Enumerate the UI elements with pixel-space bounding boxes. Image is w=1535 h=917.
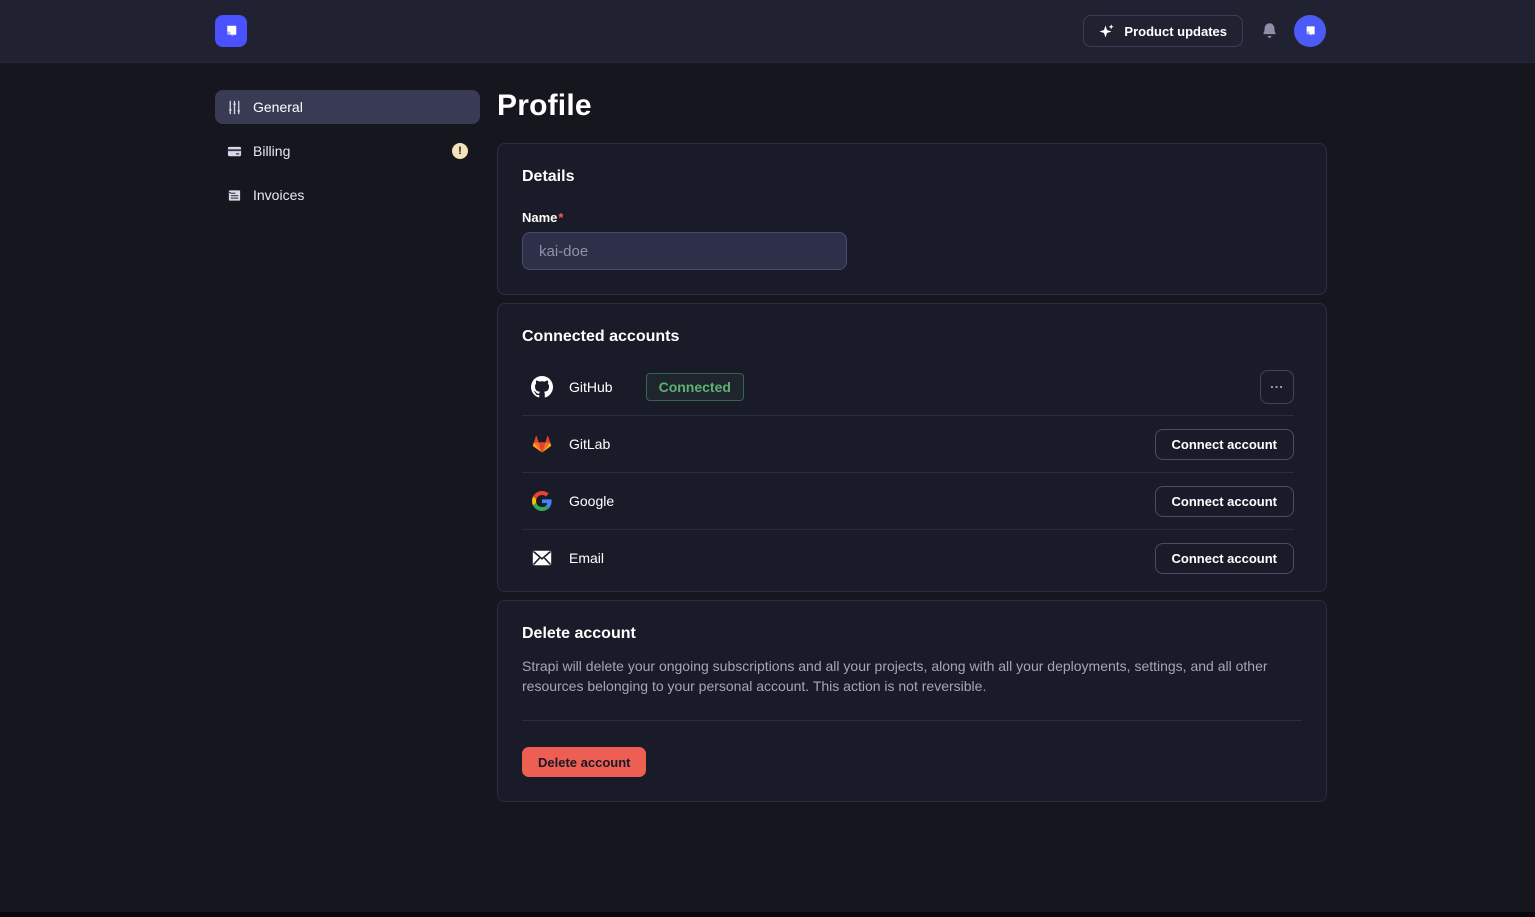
ellipsis-icon: ... [1270, 379, 1284, 389]
name-label: Name* [522, 210, 1302, 225]
gitlab-icon [531, 433, 553, 455]
connected-accounts-card: Connected accounts GitHub Connected ... [497, 303, 1327, 592]
name-label-text: Name [522, 210, 557, 225]
invoice-icon [227, 188, 242, 203]
account-row-github: GitHub Connected ... [522, 358, 1294, 415]
email-icon [531, 550, 553, 566]
delete-account-button[interactable]: Delete account [522, 747, 646, 777]
sidebar-item-invoices[interactable]: Invoices [215, 178, 480, 212]
sliders-icon [227, 100, 242, 115]
warning-exclamation: ! [458, 145, 462, 157]
credit-card-icon [227, 144, 242, 159]
product-updates-button[interactable]: Product updates [1083, 15, 1243, 47]
delete-account-description: Strapi will delete your ongoing subscrip… [522, 656, 1302, 696]
account-name: GitHub [569, 379, 613, 395]
github-icon [531, 376, 553, 398]
main-content: Profile Details Name* Connected accounts… [497, 63, 1327, 810]
sidebar-item-label: Billing [253, 143, 290, 159]
required-asterisk: * [558, 210, 563, 225]
details-card: Details Name* [497, 143, 1327, 295]
account-row-google: Google Connect account [522, 472, 1294, 529]
details-title: Details [522, 168, 1302, 186]
connected-badge-label: Connected [659, 379, 731, 395]
bell-icon [1261, 22, 1278, 40]
google-icon [531, 491, 553, 511]
account-name: Email [569, 550, 604, 566]
sparkle-icon [1099, 23, 1115, 39]
page-body: General Billing ! [0, 63, 1535, 810]
connected-status-badge: Connected [646, 373, 744, 401]
top-bar: Product updates [0, 0, 1535, 63]
delete-account-title: Delete account [522, 625, 1302, 643]
account-row-gitlab: GitLab Connect account [522, 415, 1294, 472]
strapi-logo[interactable] [215, 15, 247, 47]
bottom-edge-strip [0, 912, 1535, 917]
account-name: GitLab [569, 436, 610, 452]
notifications-button[interactable] [1261, 22, 1278, 40]
connected-accounts-title: Connected accounts [522, 328, 1294, 346]
sidebar-item-billing[interactable]: Billing ! [215, 134, 480, 168]
gitlab-connect-button[interactable]: Connect account [1155, 429, 1294, 460]
avatar-strapi-icon [1302, 23, 1318, 39]
sidebar-item-label: Invoices [253, 187, 304, 203]
product-updates-label: Product updates [1124, 24, 1227, 39]
sidebar-item-general[interactable]: General [215, 90, 480, 124]
email-connect-button[interactable]: Connect account [1155, 543, 1294, 574]
google-connect-button[interactable]: Connect account [1155, 486, 1294, 517]
name-input[interactable] [522, 232, 847, 270]
account-row-email: Email Connect account [522, 529, 1294, 586]
sidebar-item-label: General [253, 99, 303, 115]
delete-account-card: Delete account Strapi will delete your o… [497, 600, 1327, 802]
divider [522, 720, 1302, 721]
github-more-button[interactable]: ... [1260, 370, 1294, 404]
settings-sidebar: General Billing ! [215, 90, 480, 222]
strapi-logo-icon [222, 22, 240, 40]
page-title: Profile [497, 89, 1327, 123]
account-name: Google [569, 493, 614, 509]
topbar-actions: Product updates [1083, 15, 1326, 47]
billing-warning-badge: ! [452, 143, 468, 159]
user-avatar[interactable] [1294, 15, 1326, 47]
